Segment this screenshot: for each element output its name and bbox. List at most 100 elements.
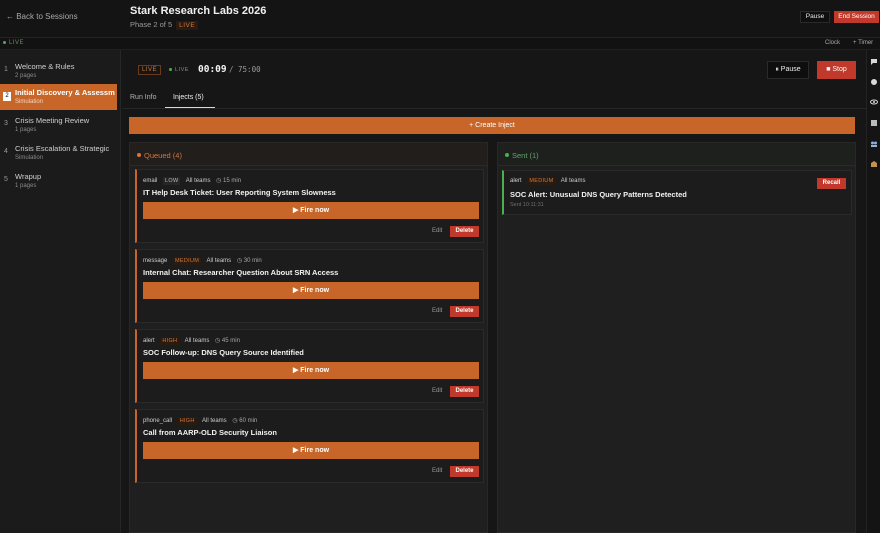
edit-button[interactable]: Edit (432, 388, 442, 394)
live-status: LIVE (3, 40, 24, 46)
sidebar-item-wrapup[interactable]: 5 Wrapup 1 pages (0, 168, 117, 194)
total-time: / 75:00 (229, 65, 261, 74)
notes-icon[interactable] (870, 119, 878, 127)
fire-now-button[interactable]: ▶ Fire now (143, 202, 479, 219)
priority-badge: HIGH (160, 337, 180, 345)
timer-live-status: LIVE (169, 67, 189, 73)
back-to-sessions-link[interactable]: ← Back to Sessions (6, 12, 78, 21)
teams-label: All teams (206, 258, 232, 264)
delete-button[interactable]: Delete (450, 466, 479, 477)
sidebar-item-crisis-meeting-review[interactable]: 3 Crisis Meeting Review 1 pages (0, 112, 117, 138)
inject-meta: alert HIGH All teams ◷ 45 min (143, 337, 244, 345)
sent-title: Sent (1) (512, 151, 539, 160)
top-bar: ← Back to Sessions Stark Research Labs 2… (0, 0, 880, 38)
eye-icon[interactable] (870, 98, 878, 106)
comment-icon[interactable] (870, 78, 878, 86)
sent-dot-icon (505, 153, 509, 157)
phase-name: Crisis Meeting Review (15, 116, 90, 125)
phase-indicator: Phase 2 of 5 LIVE (130, 20, 199, 30)
inject-title: IT Help Desk Ticket: User Reporting Syst… (143, 188, 336, 197)
inject-card: message MEDIUM All teams ◷ 30 min Intern… (135, 249, 484, 323)
inject-title: Call from AARP-OLD Security Liaison (143, 428, 277, 437)
fire-now-button[interactable]: ▶ Fire now (143, 362, 479, 379)
teams-label: All teams (202, 418, 227, 424)
queued-title: Queued (4) (144, 151, 182, 160)
sent-inject-card: alert MEDIUM All teams SOC Alert: Unusua… (502, 170, 852, 215)
phase-number: 5 (4, 176, 8, 183)
timer-pause-button[interactable]: ⏸ Pause (767, 61, 809, 79)
timer-live-badge: LIVE (138, 65, 162, 75)
phase-number: 1 (4, 66, 8, 73)
tab-bar: Run Info Injects (5) (122, 90, 866, 109)
inject-title: Internal Chat: Researcher Question About… (143, 268, 339, 277)
phase-subtitle: 1 pages (15, 127, 37, 133)
fire-now-button[interactable]: ▶ Fire now (143, 442, 479, 459)
clock-toggle[interactable]: Clock (825, 40, 840, 46)
schedule-time: ◷ 60 min (232, 418, 258, 424)
phase-subtitle: Simulation (15, 155, 44, 161)
live-dot-icon (3, 40, 6, 44)
session-title: Stark Research Labs 2026 (130, 5, 267, 17)
edit-button[interactable]: Edit (432, 308, 442, 314)
inject-card: email LOW All teams ◷ 15 min IT Help Des… (135, 169, 484, 243)
edit-button[interactable]: Edit (432, 468, 442, 474)
teams-label: All teams (185, 178, 211, 184)
inject-meta: message MEDIUM All teams ◷ 30 min (143, 257, 266, 265)
schedule-time: ◷ 15 min (216, 178, 242, 184)
schedule-time: ◷ 30 min (236, 258, 262, 264)
phase-subtitle: 2 pages (15, 73, 37, 79)
teams-label: All teams (184, 338, 210, 344)
elapsed-time: 00:09 (198, 64, 227, 75)
inject-type: alert (143, 338, 155, 344)
sidebar-item-crisis-escalation[interactable]: 4 Crisis Escalation & Strategic Simulati… (0, 140, 117, 166)
recall-button[interactable]: Recall (817, 178, 846, 189)
delete-button[interactable]: Delete (450, 386, 479, 397)
queued-header: Queued (4) (130, 143, 487, 166)
live-status-label: LIVE (9, 40, 25, 46)
phase-sidebar: 1 Welcome & Rules 2 pages 2 Initial Disc… (0, 50, 121, 533)
tab-run-info[interactable]: Run Info (130, 94, 156, 101)
sidebar-item-welcome-rules[interactable]: 1 Welcome & Rules 2 pages (0, 58, 117, 84)
delete-button[interactable]: Delete (450, 226, 479, 237)
phase-number: 3 (4, 120, 8, 127)
priority-badge: MEDIUM (173, 257, 202, 265)
phase-number: 2 (3, 92, 11, 101)
schedule-time: ◷ 45 min (215, 338, 240, 344)
inject-type: email (143, 178, 158, 184)
header-pause-button[interactable]: Pause (800, 11, 830, 23)
edit-button[interactable]: Edit (432, 228, 442, 234)
timer-live-status-label: LIVE (175, 67, 189, 73)
inject-card: alert HIGH All teams ◷ 45 min SOC Follow… (135, 329, 484, 403)
phase-name: Initial Discovery & Assessment (15, 88, 115, 97)
phase-subtitle: Simulation (15, 99, 44, 105)
active-tab-indicator (165, 107, 215, 108)
fire-now-button[interactable]: ▶ Fire now (143, 282, 479, 299)
create-inject-button[interactable]: + Create Inject (129, 117, 855, 134)
delete-button[interactable]: Delete (450, 306, 479, 317)
add-timer-button[interactable]: + Timer (853, 40, 873, 46)
phase-name: Wrapup (15, 172, 42, 181)
inject-type: alert (510, 178, 522, 184)
sent-header: Sent (1) (498, 143, 855, 166)
inject-type: phone_call (143, 418, 173, 424)
phase-name: Welcome & Rules (15, 62, 75, 71)
inject-card: phone_call HIGH All teams ◷ 60 min Call … (135, 409, 484, 483)
sidebar-item-initial-discovery[interactable]: 2 Initial Discovery & Assessment Simulat… (0, 84, 117, 110)
right-icon-rail (866, 50, 880, 533)
inject-meta: alert MEDIUM All teams (510, 177, 589, 185)
phase-name: Crisis Escalation & Strategic (15, 144, 110, 153)
tab-injects[interactable]: Injects (5) (173, 94, 204, 101)
inject-meta: email LOW All teams ◷ 15 min (143, 177, 245, 185)
team-icon[interactable] (870, 140, 878, 148)
live-badge: LIVE (176, 21, 199, 30)
queued-dot-icon (137, 153, 141, 157)
status-bar: LIVE Clock + Timer (0, 38, 880, 50)
priority-badge: MEDIUM (527, 177, 556, 185)
badge-icon[interactable] (870, 160, 878, 168)
timer-stop-button[interactable]: ■ Stop (817, 61, 856, 79)
inject-meta: phone_call HIGH All teams ◷ 60 min (143, 417, 261, 425)
chat-icon[interactable] (870, 58, 878, 66)
timer-row: LIVE LIVE 00:09 / 75:00 ⏸ Pause ■ Stop (122, 50, 866, 90)
end-session-button[interactable]: End Session (834, 11, 879, 23)
priority-badge: HIGH (177, 417, 197, 425)
